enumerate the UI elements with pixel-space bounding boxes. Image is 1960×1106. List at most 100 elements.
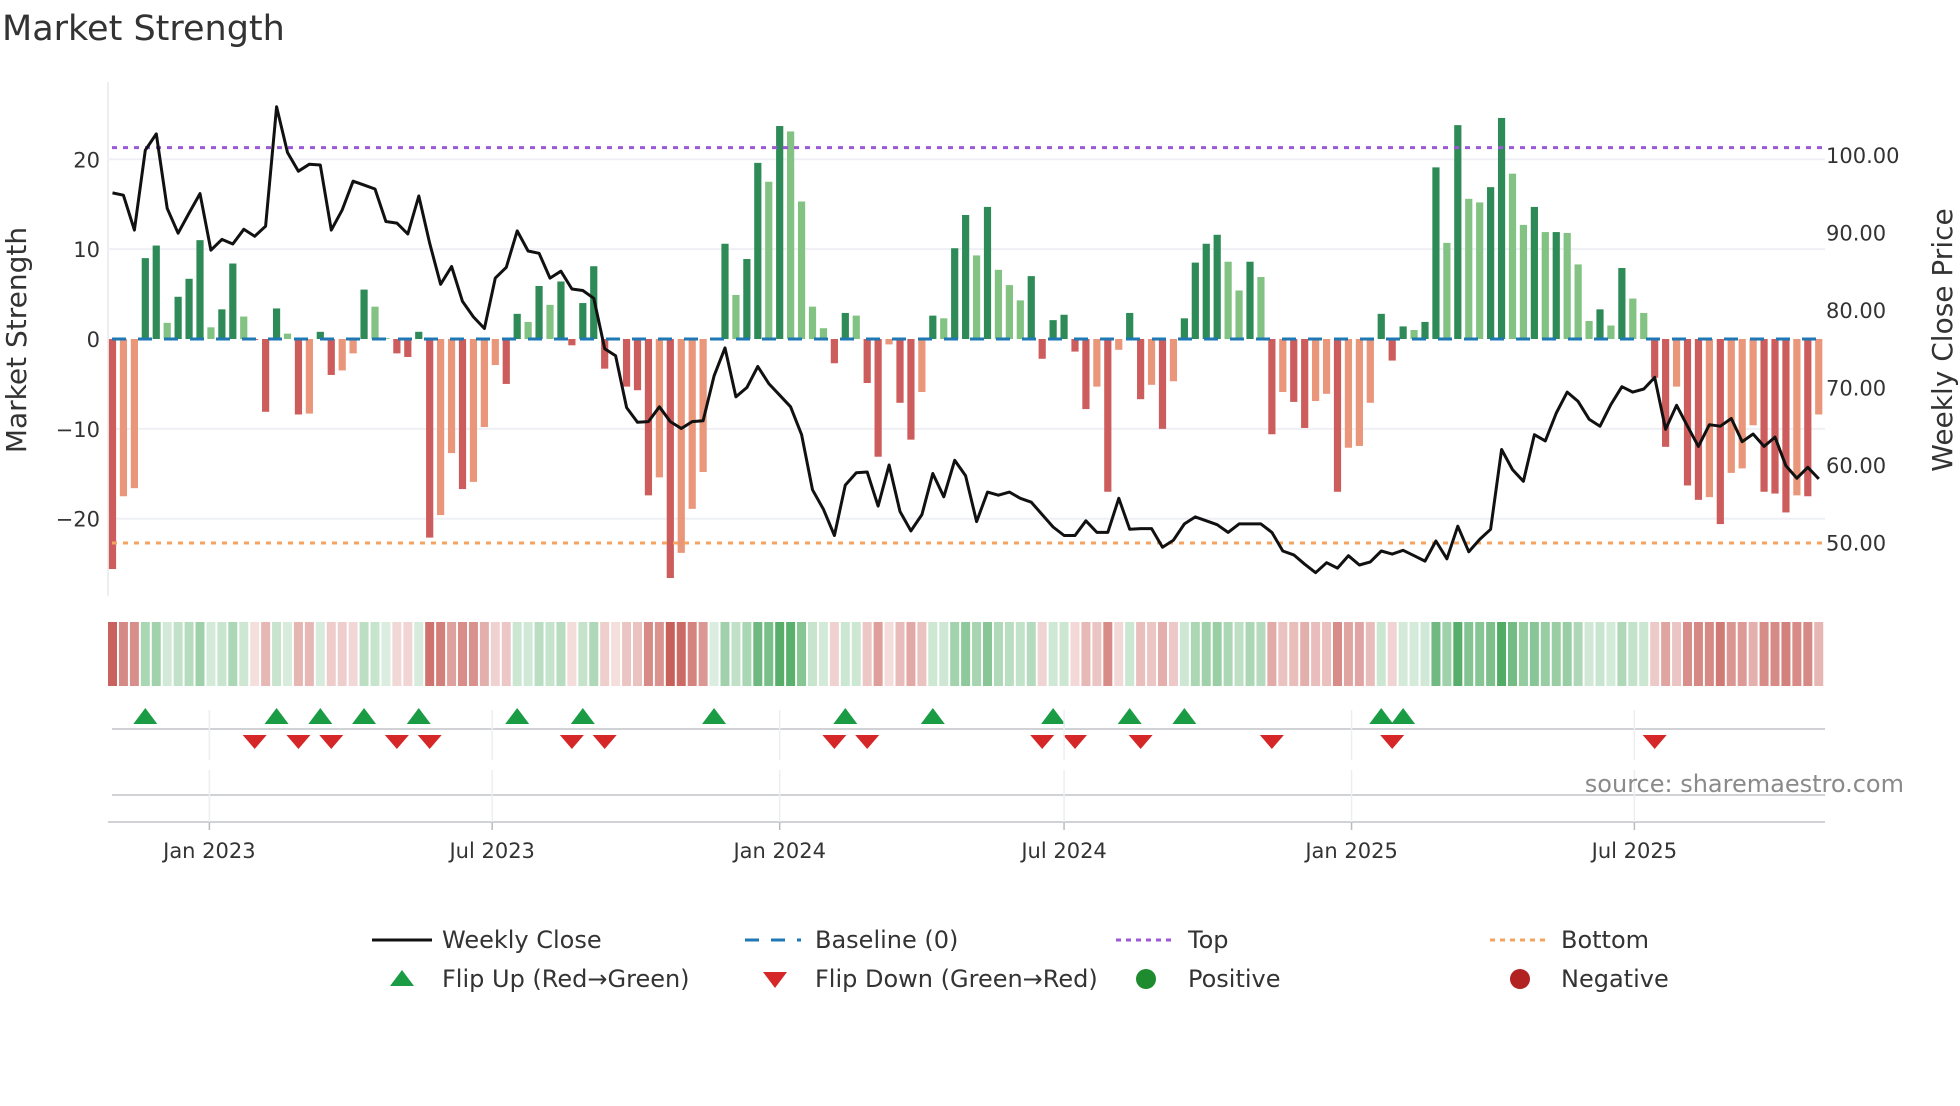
right-tick-label: 90.00 [1826,221,1886,245]
flip-down-marker [1030,735,1055,749]
positive-bar [1574,264,1582,339]
positive-bar [240,316,248,339]
legend-label-baseline: Baseline (0) [815,926,958,954]
positive-bar [776,126,784,340]
heat-cell [567,622,577,686]
heat-cell [447,622,457,686]
legend-label-flip-down: Flip Down (Green→Red) [815,965,1098,993]
x-tick-label: Jan 2025 [1303,839,1398,863]
flip-up-marker [264,708,289,724]
heat-cell [1256,622,1266,686]
negative-bar [1147,339,1156,385]
heat-cell [1376,622,1386,686]
heat-cell [304,622,314,686]
chart-title: Market Strength [2,9,285,49]
heat-cell [1781,622,1791,686]
positive-dot-icon [1136,969,1156,989]
flip-up-marker [1391,708,1416,724]
heat-cell [1311,622,1321,686]
heat-cell [1092,622,1102,686]
positive-bar [1027,276,1035,339]
flip-down-marker [559,735,584,749]
positive-bar [1487,187,1495,339]
heat-cell [1475,622,1485,686]
negative-bar [1694,339,1703,500]
heat-cell [1453,622,1463,686]
positive-bar [1465,198,1473,339]
positive-bar [152,245,160,339]
heat-cell [118,622,128,686]
heat-cell [1726,622,1736,686]
heat-cell [665,622,675,686]
positive-bar [272,308,281,339]
positive-bar [360,289,368,339]
heat-cell [1300,622,1310,686]
negative-bar [305,339,313,414]
left-tick-label: −10 [56,418,100,442]
heat-cell [775,622,785,686]
x-tick-label: Jul 2024 [1019,839,1106,863]
negative-bar [502,339,510,384]
heat-cell [1683,622,1692,686]
heat-cell [1584,622,1594,686]
negative-bar [677,339,685,553]
heat-cell [425,622,435,686]
heat-cell [195,622,205,686]
heat-cell [643,622,653,686]
negative-bar [830,339,838,364]
heat-cell [873,622,883,686]
x-tick-label: Jan 2024 [731,839,826,863]
positive-bar [1432,167,1440,339]
heat-cell [753,622,763,686]
heat-cell [1168,622,1178,686]
heat-cell [1518,622,1528,686]
heat-cell [468,622,478,686]
negative-bar [1038,339,1046,359]
legend-label-negative: Negative [1561,965,1669,993]
heat-cell [501,622,511,686]
heat-cell [1803,622,1813,686]
negative-bar [1793,339,1801,496]
heat-cell [1343,622,1353,686]
heat-cell [1814,622,1824,686]
negative-bar [1366,339,1374,403]
negative-bar [1749,339,1757,426]
negative-bar [327,339,335,375]
positive-bar [787,131,795,339]
heat-cell [534,622,544,686]
heat-cell [173,622,183,686]
negative-bar [918,339,926,393]
heat-cell [151,622,161,686]
heat-cell [1442,622,1452,686]
positive-bar [1191,262,1199,339]
heat-cell [1201,622,1211,686]
positive-bar [1246,261,1254,339]
negative-bar [1137,339,1145,400]
positive-bar [513,313,521,339]
heat-cell [687,622,697,686]
flip-down-marker [592,735,617,749]
flip-up-marker [133,708,158,724]
positive-bar [415,331,423,339]
heat-cell [1289,622,1299,686]
heat-cell [1333,622,1342,686]
negative-bar [447,339,456,454]
flip-down-marker [384,735,409,749]
positive-bar [535,285,543,339]
heat-cell [490,622,500,686]
positive-bar [765,181,773,339]
heat-cell [1114,622,1124,686]
positive-bar [1454,125,1462,339]
heat-cell [1704,622,1714,686]
heat-cell [786,622,796,686]
heat-cell [1748,622,1758,686]
negative-bar [1322,339,1331,394]
heat-cell [359,622,369,686]
left-axis-label: Market Strength [0,227,33,453]
negative-bar [349,339,357,354]
positive-bar [1377,313,1385,339]
heat-cell [578,622,588,686]
triangle-up-icon [390,970,414,986]
heat-cell [1190,622,1200,686]
positive-bar [1235,290,1243,339]
